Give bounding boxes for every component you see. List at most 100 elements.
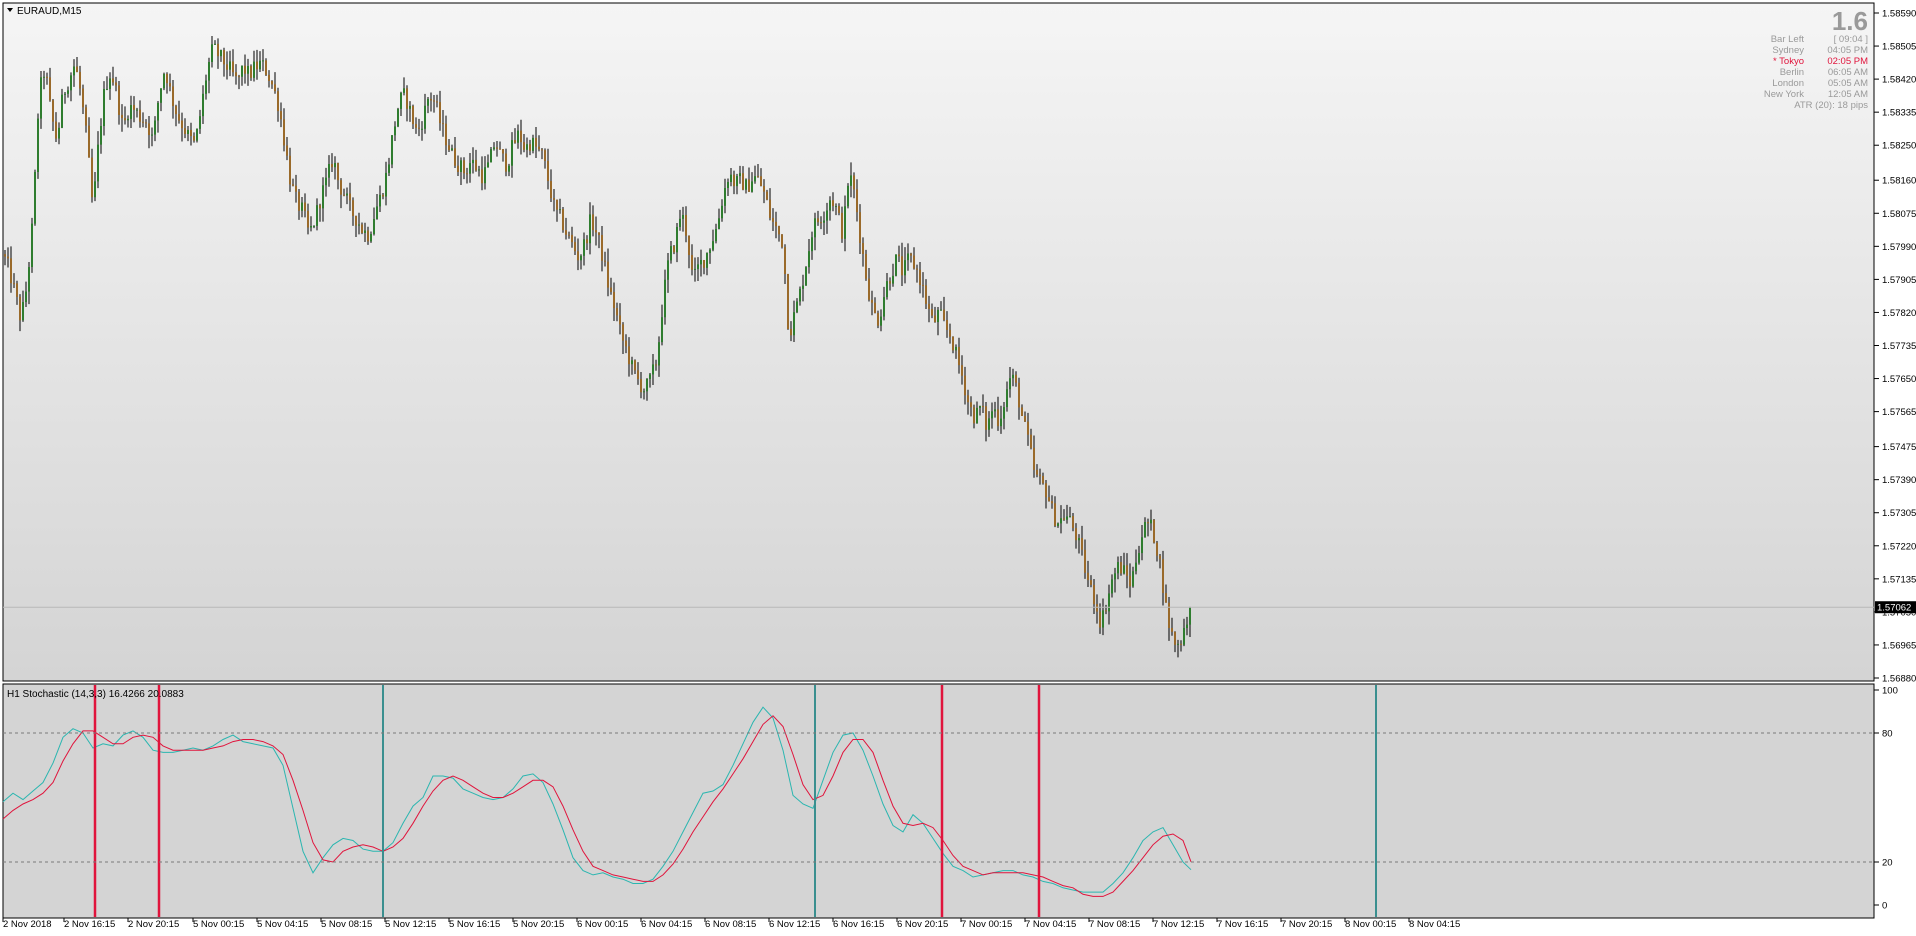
candle-body — [823, 220, 825, 223]
candle-body — [820, 222, 822, 224]
candle-body — [1147, 522, 1149, 524]
candle-body — [337, 163, 339, 181]
candle-body — [238, 76, 240, 78]
candle-body — [250, 66, 252, 78]
candle-body — [1096, 604, 1098, 612]
candle-body — [352, 200, 354, 217]
candle-body — [1093, 584, 1095, 605]
session-time: 05:05 AM — [1828, 78, 1868, 89]
candle-body — [241, 65, 243, 77]
candle-body — [1153, 519, 1155, 543]
candle-body — [739, 173, 741, 177]
candle-body — [775, 221, 777, 227]
candle-body — [1027, 421, 1029, 435]
candle-body — [166, 73, 168, 84]
candle-body — [916, 268, 918, 270]
indicator-pane[interactable] — [2, 683, 1875, 919]
candle-body — [475, 159, 477, 171]
candle-body — [277, 91, 279, 112]
candle-body — [922, 284, 924, 286]
candle-body — [265, 60, 267, 75]
candle-body — [643, 391, 645, 393]
candle-body — [286, 145, 288, 156]
candle-body — [316, 205, 318, 226]
candle-body — [1114, 573, 1116, 580]
candle-body — [235, 72, 237, 77]
candle-body — [1084, 549, 1086, 573]
candle-body — [505, 153, 507, 172]
session-time: 04:05 PM — [1827, 45, 1868, 56]
candle-body — [13, 283, 15, 285]
candle-body — [472, 159, 474, 164]
price-pane[interactable] — [2, 2, 1875, 682]
candle-body — [880, 316, 882, 326]
price-tick-label: 1.56880 — [1882, 674, 1916, 685]
chart-canvas[interactable]: 1.58590 1.58505 1.58420 1.58335 1.58250 1.581… — [0, 0, 1916, 933]
candle-body — [190, 129, 192, 137]
candle-body — [304, 202, 306, 211]
candle-body — [547, 160, 549, 182]
candle-body — [52, 100, 54, 122]
candle-body — [1039, 474, 1041, 477]
candle-body — [1159, 555, 1161, 560]
candle-body — [586, 239, 588, 244]
candle-body — [1174, 631, 1176, 645]
candle-body — [397, 108, 399, 127]
candle-body — [82, 88, 84, 108]
candle-body — [292, 184, 294, 186]
candle-body — [214, 43, 216, 45]
candle-body — [700, 259, 702, 265]
candle-body — [1087, 572, 1089, 581]
candle-body — [130, 105, 132, 119]
candle-body — [895, 254, 897, 276]
candle-body — [484, 167, 486, 184]
candle-body — [73, 66, 75, 76]
candle-body — [301, 202, 303, 211]
candle-body — [1129, 575, 1131, 587]
candle-body — [1186, 624, 1188, 629]
candle-body — [940, 309, 942, 311]
candle-body — [1015, 374, 1017, 383]
candle-body — [478, 169, 480, 171]
time-axis: 2 Nov 2018 2 Nov 16:15 2 Nov 20:15 5 Nov 00… — [2, 918, 1460, 930]
candle-body — [1120, 562, 1122, 574]
candle-body — [520, 130, 522, 143]
candle-body — [388, 164, 390, 173]
price-tick-label: 1.57305 — [1882, 508, 1916, 519]
candle-body — [844, 206, 846, 239]
candle-body — [580, 255, 582, 261]
candle-body — [76, 66, 78, 72]
candle-body — [424, 105, 426, 129]
candle-body — [1180, 643, 1182, 645]
time-tick-label: 8 Nov 04:15 — [1409, 919, 1460, 930]
candle-body — [1018, 382, 1020, 408]
candle-body — [1111, 579, 1113, 594]
candle-body — [529, 144, 531, 151]
candle-body — [1189, 607, 1191, 625]
candle-body — [676, 226, 678, 253]
chart-window[interactable]: 1.58590 1.58505 1.58420 1.58335 1.58250 1.581… — [0, 0, 1916, 933]
candle-body — [610, 287, 612, 292]
candle-body — [1138, 553, 1140, 563]
candle-body — [1135, 562, 1137, 572]
candle-body — [364, 230, 366, 233]
candle-body — [511, 140, 513, 166]
candle-body — [1006, 389, 1008, 408]
candle-body — [289, 155, 291, 185]
candle-body — [508, 165, 510, 172]
candle-body — [91, 157, 93, 198]
candle-body — [1051, 501, 1053, 504]
candle-body — [826, 210, 828, 221]
candle-body — [247, 66, 249, 74]
candle-body — [463, 160, 465, 174]
candle-body — [601, 235, 603, 261]
candle-body — [874, 302, 876, 314]
candle-body — [1072, 516, 1074, 529]
candle-body — [154, 120, 156, 135]
candle-body — [634, 360, 636, 371]
candle-body — [421, 128, 423, 130]
candle-body — [268, 74, 270, 81]
time-tick-label: 7 Nov 00:15 — [961, 919, 1012, 930]
candle-body — [442, 123, 444, 125]
candle-body — [100, 126, 102, 145]
